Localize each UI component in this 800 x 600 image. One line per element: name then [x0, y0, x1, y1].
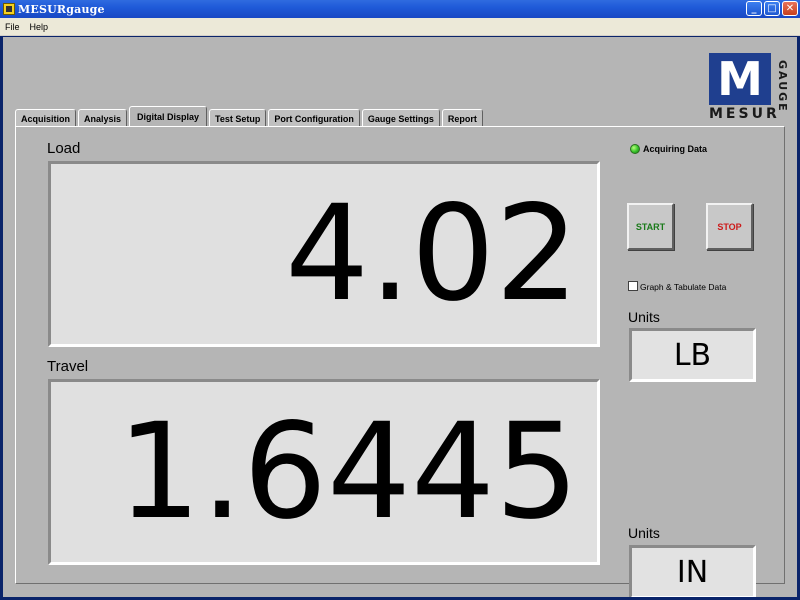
acquiring-led-icon: [630, 144, 640, 154]
tab-test-setup[interactable]: Test Setup: [209, 109, 267, 127]
logo-wordmark: MESUR: [709, 106, 780, 122]
acquiring-data-label: Acquiring Data: [643, 144, 708, 154]
logo-m-block: M: [709, 53, 771, 105]
travel-units-value: IN: [676, 554, 709, 590]
title-bar[interactable]: MESURgauge _ □ ✕: [0, 0, 800, 18]
tab-acquisition[interactable]: Acquisition: [15, 109, 76, 127]
travel-display: 1.6445: [48, 379, 600, 565]
digital-display-panel: Load 4.02 Travel 1.6445 Acquiring Data S…: [15, 126, 785, 599]
app-icon: [3, 3, 15, 15]
main-area: M MESUR GAUGE Acquisition Analysis Digit…: [3, 37, 797, 599]
window-controls: _ □ ✕: [746, 1, 798, 16]
tab-strip: Acquisition Analysis Digital Display Tes…: [15, 106, 485, 127]
travel-label: Travel: [47, 358, 89, 375]
load-label: Load: [47, 140, 81, 157]
graph-tabulate-checkbox[interactable]: [628, 281, 638, 291]
close-button[interactable]: ✕: [782, 1, 798, 16]
load-units-value: LB: [673, 337, 712, 373]
load-units-label: Units: [628, 309, 660, 325]
tab-port-configuration[interactable]: Port Configuration: [268, 109, 360, 127]
stop-button[interactable]: STOP: [706, 203, 753, 250]
tab-report[interactable]: Report: [441, 109, 483, 127]
mesurgauge-logo: M MESUR GAUGE: [709, 53, 789, 123]
graph-tabulate-label: Graph & Tabulate Data: [640, 282, 727, 292]
start-button[interactable]: START: [627, 203, 674, 250]
menu-bar: File Help: [0, 18, 800, 36]
logo-gauge-text: GAUGE: [776, 59, 789, 113]
travel-units-display: IN: [629, 545, 756, 599]
window-title: MESURgauge: [18, 2, 105, 16]
tab-digital-display[interactable]: Digital Display: [129, 106, 208, 127]
load-display: 4.02: [48, 161, 600, 347]
menu-file[interactable]: File: [0, 22, 25, 32]
tab-gauge-settings[interactable]: Gauge Settings: [361, 109, 440, 127]
travel-units-label: Units: [628, 525, 660, 541]
minimize-button[interactable]: _: [746, 1, 762, 16]
tab-analysis[interactable]: Analysis: [78, 109, 128, 127]
menu-help[interactable]: Help: [25, 22, 54, 32]
load-units-display: LB: [629, 328, 756, 382]
maximize-button[interactable]: □: [764, 1, 780, 16]
travel-value: 1.6445: [117, 395, 579, 549]
load-value: 4.02: [285, 177, 579, 331]
